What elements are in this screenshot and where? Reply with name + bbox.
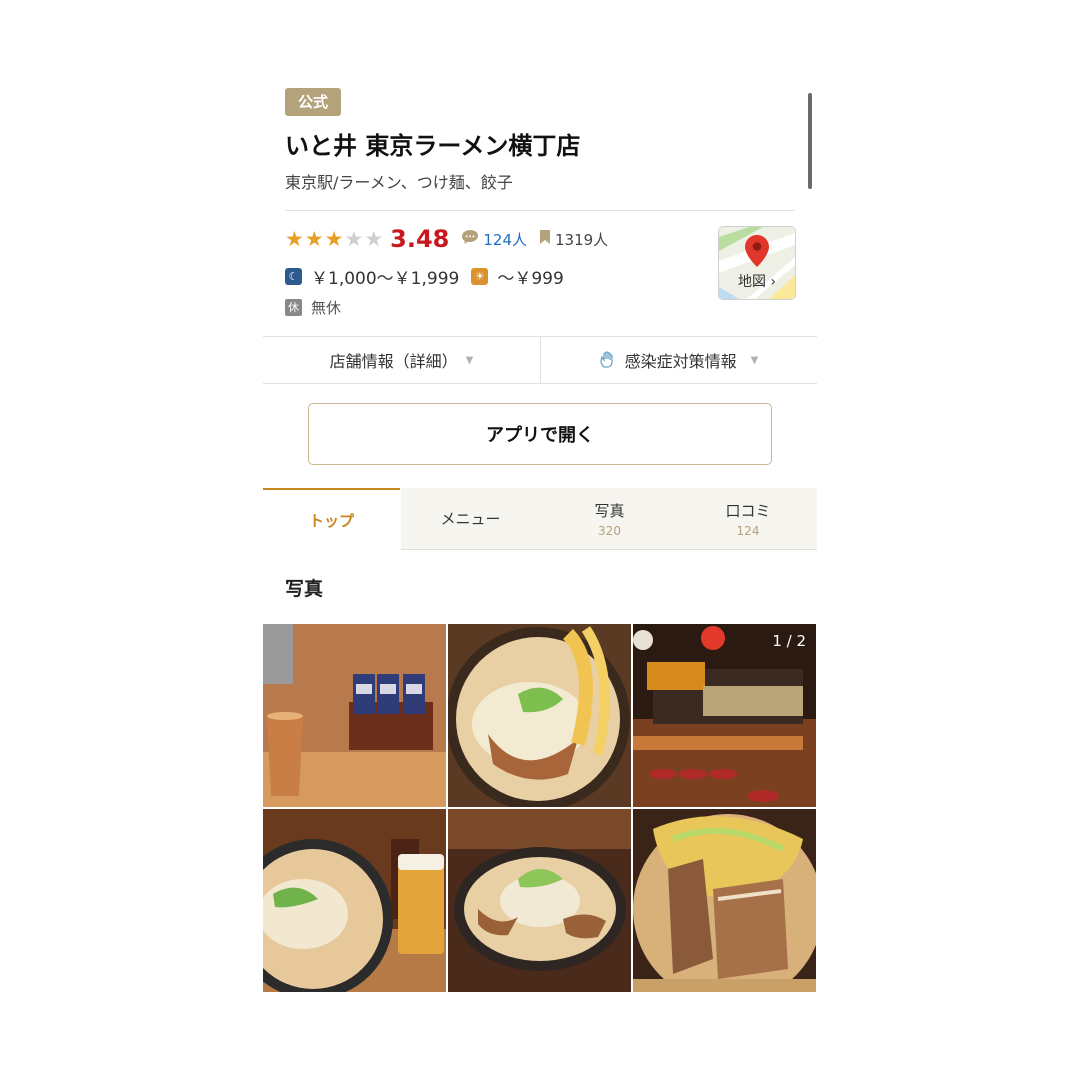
star-icon: ★ — [364, 226, 384, 251]
star-icon: ★ — [304, 226, 324, 251]
star-icon: ★ — [285, 226, 304, 251]
caret-down-icon: ▼ — [465, 354, 474, 366]
photo-thumbnail[interactable]: 1 / 2 — [633, 624, 816, 807]
price-row: ☾ ￥1,000～￥1,999 ☀ ～￥999 — [285, 264, 564, 289]
map-label: 地図 › — [737, 274, 777, 290]
tab-label: 口コミ — [725, 501, 771, 520]
dinner-price: ￥1,000～￥1,999 — [311, 269, 460, 289]
tab-label: メニュー — [440, 510, 501, 528]
star-icon: ★ — [324, 226, 344, 251]
star-icon: ★ — [344, 226, 364, 251]
official-badge: 公式 — [285, 88, 342, 116]
shop-card: 公式 いと井 東京ラーメン横丁店 東京駅/ラーメン、つけ麺、餃子 ★ ★ ★ ★… — [263, 80, 817, 995]
tab-count: 124 — [736, 523, 760, 538]
lunch-price: ～￥999 — [497, 269, 564, 289]
shop-name: いと井 東京ラーメン横丁店 — [285, 132, 581, 160]
caret-down-icon: ▼ — [750, 354, 759, 366]
hand-icon — [599, 351, 617, 369]
tab-count: 320 — [598, 523, 621, 538]
reviews-count-link[interactable]: 124人 — [483, 229, 527, 250]
photo-thumbnail[interactable] — [448, 809, 631, 992]
covid-info-label: 感染症対策情報 — [624, 352, 737, 371]
photo-thumbnail[interactable] — [263, 809, 446, 992]
photo-thumbnail[interactable] — [633, 809, 816, 992]
moon-icon: ☾ — [285, 268, 302, 285]
shop-details-label: 店舗情報（詳細） — [329, 352, 458, 371]
open-in-app-button[interactable]: アプリで開く — [308, 403, 772, 465]
saved-count: 1319人 — [555, 230, 609, 249]
tab-bar: トップ メニュー 写真 320 口コミ 124 — [263, 488, 817, 550]
tab-label: トップ — [308, 511, 354, 530]
bookmark-icon — [539, 229, 551, 249]
shop-area-genre: 東京駅/ラーメン、つけ麺、餃子 — [285, 173, 513, 192]
tab-menu[interactable]: メニュー — [401, 488, 540, 550]
covid-info-toggle[interactable]: 感染症対策情報 ▼ — [540, 337, 817, 383]
map-button[interactable]: 地図 › — [718, 226, 796, 300]
tab-photos[interactable]: 写真 320 — [540, 488, 679, 550]
divider — [263, 383, 817, 384]
scrollbar[interactable] — [808, 93, 812, 189]
map-pin-icon — [745, 235, 769, 271]
photo-pager: 1 / 2 — [772, 632, 806, 650]
shop-details-toggle[interactable]: 店舗情報（詳細） ▼ — [263, 337, 540, 383]
rating-score: 3.48 — [390, 225, 450, 253]
photo-grid: 1 / 2 — [263, 624, 817, 993]
holiday-icon: 休 — [285, 299, 302, 316]
tab-label: 写真 — [594, 501, 625, 520]
rating-row: ★ ★ ★ ★ ★ 3.48 124人 1319人 — [285, 225, 609, 253]
tab-reviews[interactable]: 口コミ 124 — [679, 488, 817, 550]
star-rating: ★ ★ ★ ★ ★ — [285, 226, 384, 251]
photos-section-title: 写真 — [285, 578, 324, 600]
holiday-row: 休 無休 — [285, 297, 341, 318]
photo-thumbnail[interactable] — [263, 624, 446, 807]
photo-thumbnail[interactable] — [448, 624, 631, 807]
tab-top[interactable]: トップ — [263, 488, 400, 550]
comment-icon — [461, 229, 479, 249]
divider — [285, 210, 795, 211]
holiday-value: 無休 — [311, 299, 342, 317]
sun-icon: ☀ — [471, 268, 489, 285]
